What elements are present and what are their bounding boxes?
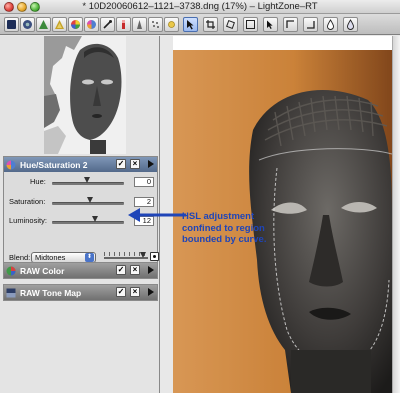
channel-mixer-icon[interactable] (20, 17, 35, 32)
opacity-slider-thumb[interactable] (140, 252, 146, 258)
raw-color-panel: RAW Color ✓ × (3, 262, 158, 279)
hue-slider-thumb[interactable] (84, 177, 90, 183)
saturation-slider-thumb[interactable] (87, 197, 93, 203)
raw-color-panel-header[interactable]: RAW Color ✓ × (4, 263, 157, 278)
collapse-arrow-icon[interactable] (148, 160, 154, 168)
expand-arrow-icon[interactable] (148, 266, 154, 274)
layers-icon[interactable] (4, 17, 19, 32)
panel-title: Hue/Saturation 2 (20, 159, 88, 170)
curve-region-icon[interactable] (263, 17, 278, 32)
drop-icon[interactable] (323, 17, 338, 32)
red-eye-icon[interactable] (116, 17, 131, 32)
polygon-region-icon[interactable] (283, 17, 298, 32)
toolbar (0, 14, 400, 35)
raw-color-icon (6, 266, 16, 276)
remove-tool-button[interactable]: × (130, 159, 140, 169)
spot-icon[interactable] (303, 17, 318, 32)
region-icon[interactable] (243, 17, 258, 32)
rotate-icon[interactable] (223, 17, 238, 32)
raw-tone-map-panel: RAW Tone Map ✓ × (3, 284, 158, 301)
color-balance-icon[interactable] (68, 17, 83, 32)
relight-icon[interactable] (164, 17, 179, 32)
annotation-line: HSL adjustment (182, 211, 255, 222)
arrow-select-icon[interactable] (183, 17, 198, 32)
window-title: * 10D20060612–1121–3738.dng (17%) – Ligh… (82, 1, 318, 12)
tone-curve-icon[interactable] (36, 17, 51, 32)
raw-tone-map-panel-header[interactable]: RAW Tone Map ✓ × (4, 285, 157, 300)
annotation-arrow-icon (128, 208, 186, 222)
luminosity-slider[interactable] (52, 221, 124, 224)
remove-tool-button[interactable]: × (130, 287, 140, 297)
panel-title: RAW Color (20, 265, 65, 276)
noise-icon[interactable] (148, 17, 163, 32)
blend-mode-value: Midtones (35, 253, 66, 262)
annotation-line: bounded by curve. (182, 234, 267, 245)
expand-arrow-icon[interactable] (148, 288, 154, 296)
preview-thumbnail[interactable]: ▲ (44, 36, 126, 154)
annotation-line: confined to region (182, 222, 265, 234)
title-bar: * 10D20060612–1121–3738.dng (17%) – Ligh… (0, 0, 400, 14)
crop-icon[interactable] (203, 17, 218, 32)
color-picker-icon[interactable] (100, 17, 115, 32)
blend-label: Blend: (9, 253, 31, 262)
enable-checkbox[interactable]: ✓ (116, 287, 126, 297)
hue-saturation-panel-header[interactable]: Hue/Saturation 2 ✓ × (4, 157, 157, 172)
hue-label: Hue: (30, 177, 46, 186)
zone-mapper-icon[interactable] (52, 17, 67, 32)
hue-saturation-icon[interactable] (84, 17, 99, 32)
hue-saturation-icon (6, 160, 16, 170)
target-color-icon[interactable] (150, 252, 159, 261)
sharpen-icon[interactable] (132, 17, 147, 32)
panel-title: RAW Tone Map (20, 287, 82, 298)
saturation-label: Saturation: (9, 197, 46, 206)
remove-tool-button[interactable]: × (130, 265, 140, 275)
enable-checkbox[interactable]: ✓ (116, 159, 126, 169)
drop-outline-icon[interactable] (343, 17, 358, 32)
vertical-scrollbar[interactable] (392, 36, 400, 393)
annotation-callout: HSL adjustment confined to region bounde… (182, 211, 282, 246)
luminosity-slider-thumb[interactable] (92, 216, 98, 222)
luminosity-label: Luminosity: (9, 216, 47, 225)
raw-tone-map-icon (6, 288, 16, 298)
enable-checkbox[interactable]: ✓ (116, 265, 126, 275)
select-arrows-icon: ⬍ (85, 253, 94, 262)
hue-value-field[interactable]: 0 (134, 177, 154, 187)
